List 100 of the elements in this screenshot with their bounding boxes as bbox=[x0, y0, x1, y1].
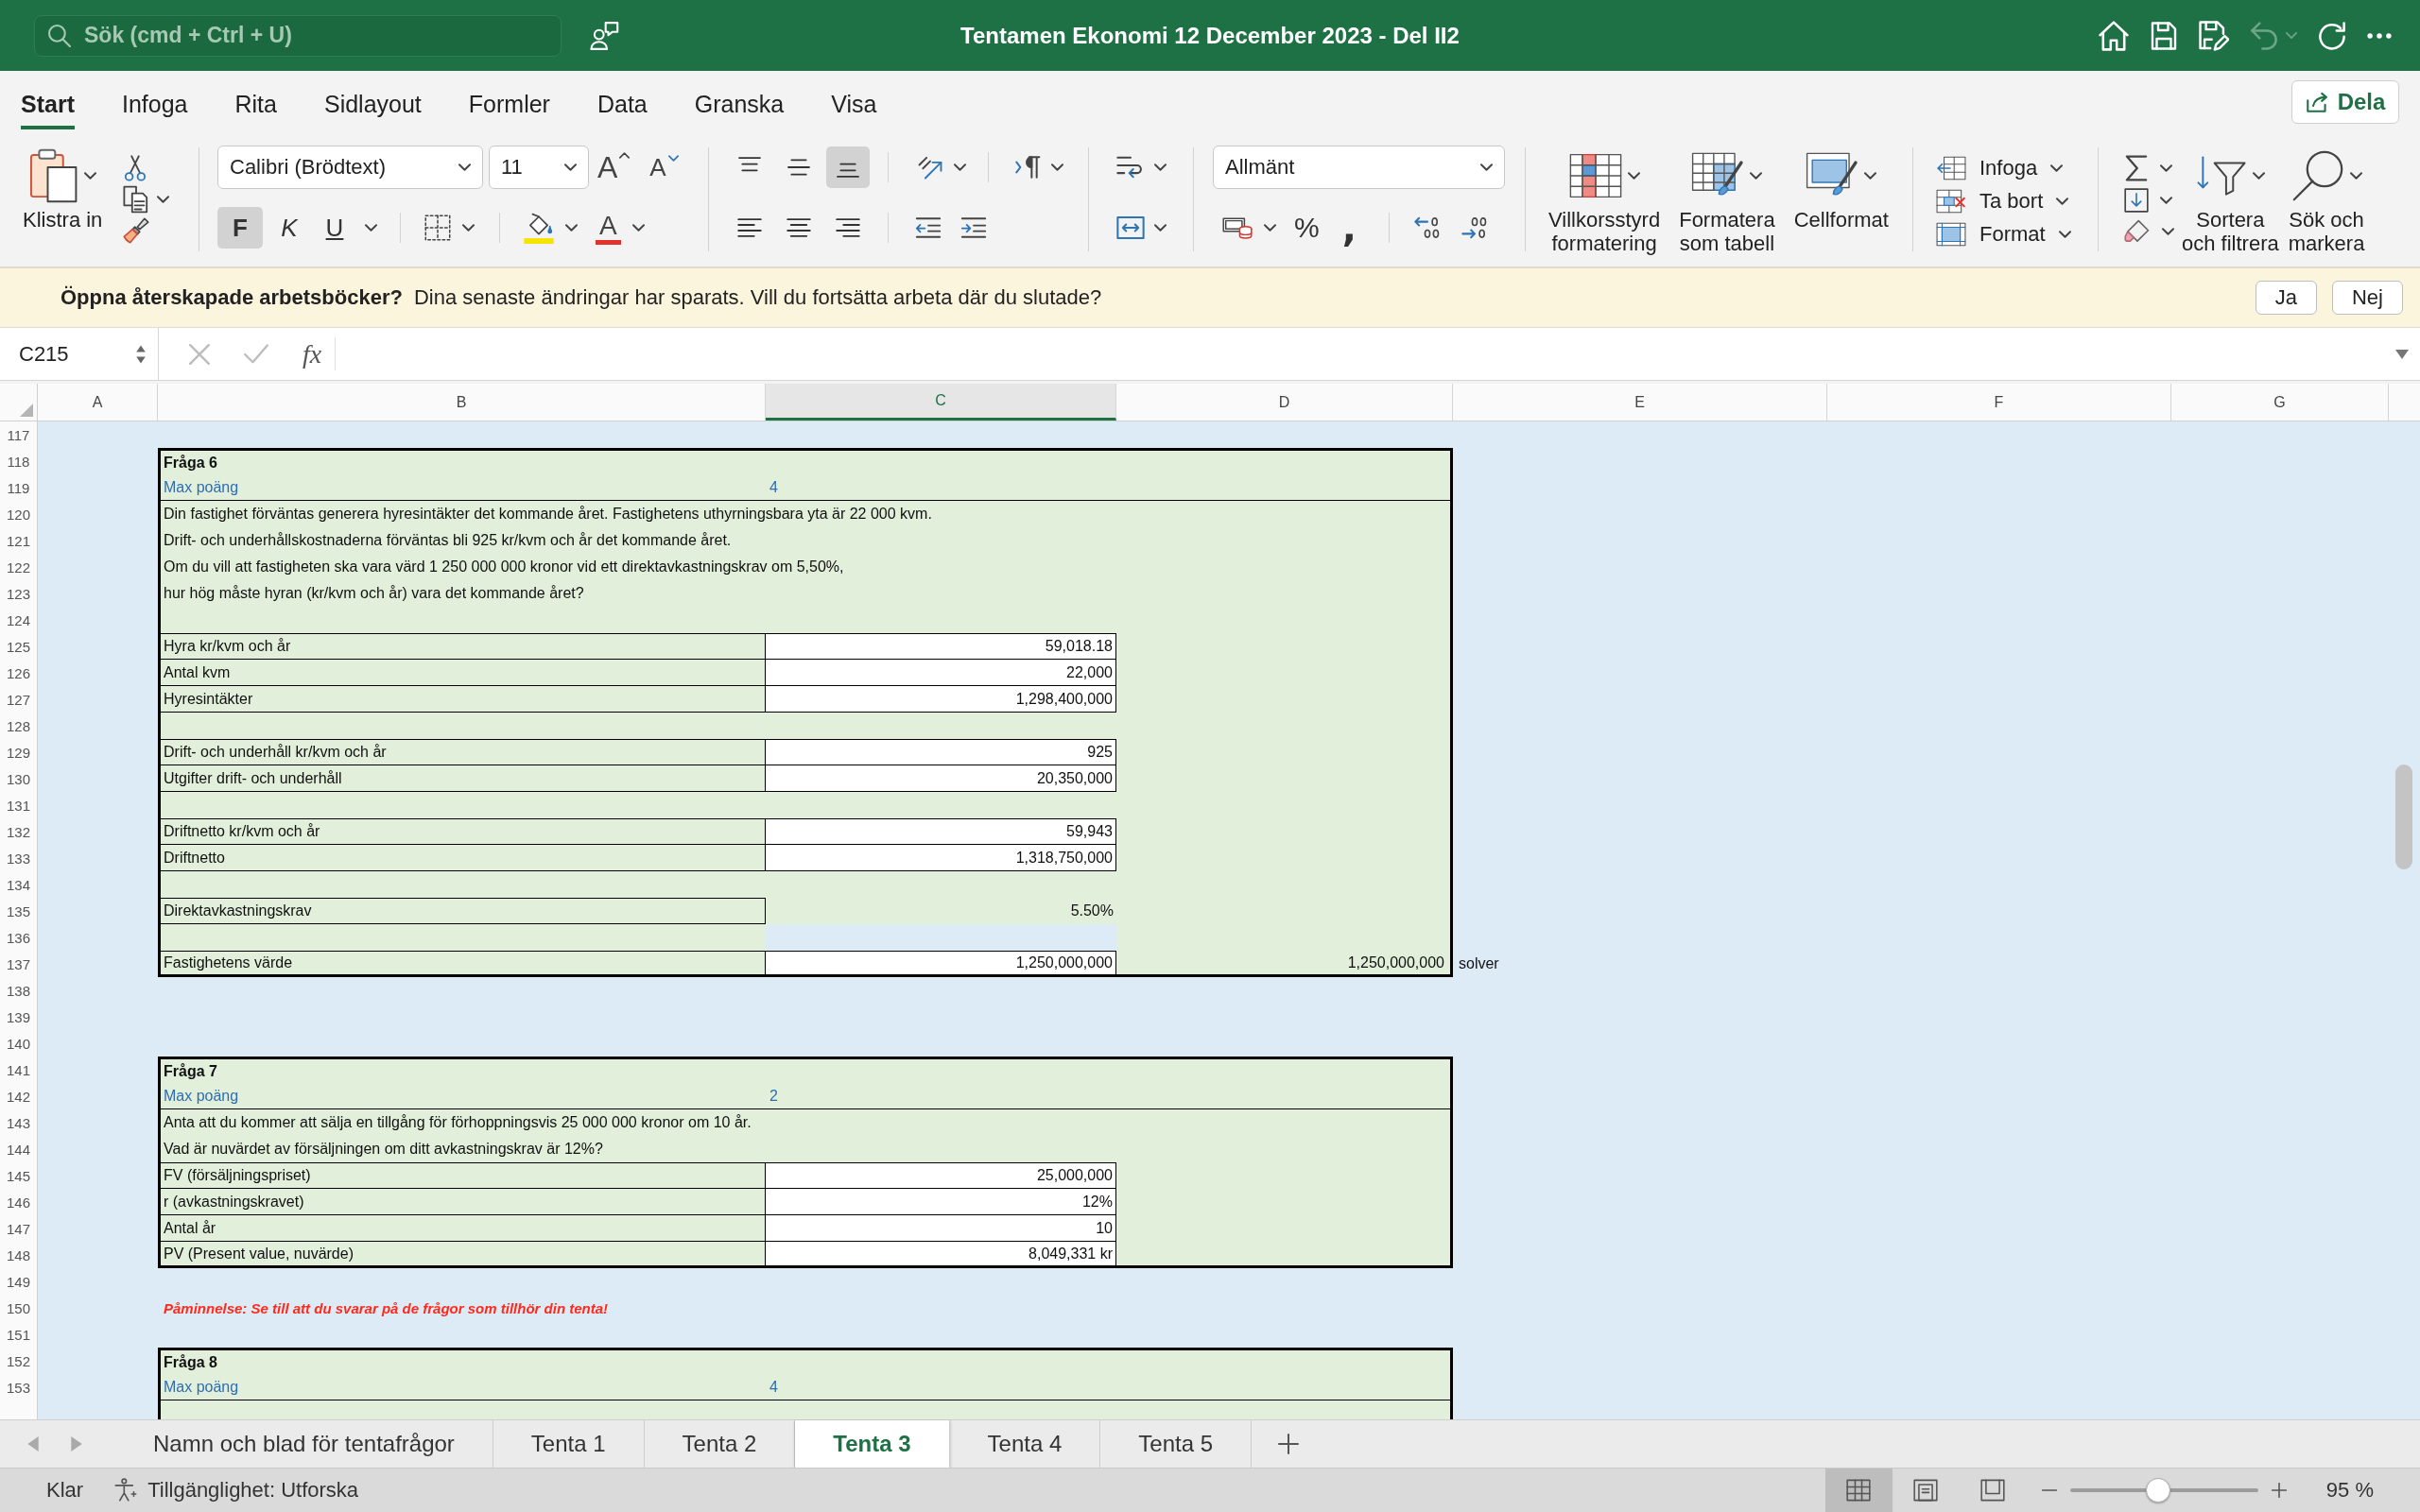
align-center-icon[interactable] bbox=[786, 218, 811, 237]
page-layout-icon[interactable] bbox=[1913, 1479, 1939, 1502]
column-header[interactable]: G bbox=[2171, 384, 2389, 421]
normal-view-icon[interactable] bbox=[1846, 1479, 1872, 1502]
menu-tab[interactable]: Infoga bbox=[121, 90, 188, 129]
shrink-font-button[interactable]: A bbox=[646, 155, 683, 180]
caret-icon[interactable] bbox=[458, 163, 471, 171]
minus-icon[interactable] bbox=[2041, 1488, 2057, 1492]
caret-icon[interactable] bbox=[631, 224, 645, 232]
caret-icon[interactable] bbox=[2160, 197, 2172, 204]
column-header[interactable]: A bbox=[38, 384, 158, 421]
caret-icon[interactable] bbox=[365, 224, 377, 232]
money-icon[interactable] bbox=[1222, 215, 1253, 240]
table-style-button[interactable]: Formatera som tabell bbox=[1675, 144, 1779, 257]
menu-tab[interactable]: Granska bbox=[694, 90, 785, 129]
caret-icon[interactable] bbox=[2160, 164, 2172, 172]
borders-icon[interactable] bbox=[424, 215, 451, 241]
caret-icon[interactable] bbox=[667, 155, 679, 162]
paint-bucket-icon[interactable] bbox=[524, 212, 554, 244]
name-box[interactable]: C215 bbox=[0, 328, 159, 380]
plus-icon[interactable] bbox=[2271, 1483, 2287, 1498]
scissors-icon[interactable] bbox=[123, 155, 148, 181]
home-icon[interactable] bbox=[2099, 20, 2129, 51]
page-break-icon[interactable] bbox=[1980, 1479, 2006, 1502]
function-button[interactable]: fx bbox=[302, 338, 322, 369]
merge-cells-icon[interactable] bbox=[1116, 215, 1145, 240]
underline-button[interactable]: U bbox=[316, 207, 354, 249]
caret-icon[interactable] bbox=[1154, 224, 1167, 232]
paintbrush-icon[interactable] bbox=[123, 217, 150, 244]
comma-button[interactable]: , bbox=[1336, 209, 1362, 247]
caret-icon[interactable] bbox=[2252, 172, 2265, 180]
slider-thumb[interactable] bbox=[2146, 1478, 2171, 1503]
diagonal-arrow-icon[interactable] bbox=[916, 154, 944, 180]
menu-tab[interactable]: Visa bbox=[831, 90, 877, 129]
copy-icon[interactable] bbox=[123, 185, 150, 214]
caret-icon[interactable] bbox=[2395, 349, 2409, 359]
caret-icon[interactable] bbox=[157, 196, 170, 203]
column-header[interactable]: C bbox=[766, 384, 1116, 421]
scrollbar-thumb[interactable] bbox=[2395, 765, 2412, 869]
align-left-icon[interactable] bbox=[737, 218, 762, 237]
caret-icon[interactable] bbox=[462, 224, 475, 232]
caret-icon[interactable] bbox=[565, 224, 578, 232]
caret-icon[interactable] bbox=[2056, 198, 2069, 205]
accessibility-icon[interactable] bbox=[113, 1478, 139, 1503]
menu-tab[interactable]: Rita bbox=[234, 90, 277, 129]
column-header[interactable]: E bbox=[1453, 384, 1827, 421]
sort-filter-icon[interactable] bbox=[2195, 153, 2247, 198]
caret-icon[interactable] bbox=[1154, 163, 1167, 171]
caret-icon[interactable] bbox=[2058, 231, 2071, 239]
decrease-decimal-icon[interactable] bbox=[1412, 215, 1442, 241]
sheet-tab[interactable]: Tenta 3 bbox=[795, 1420, 950, 1468]
check-icon[interactable] bbox=[244, 343, 268, 365]
font-dropdown[interactable]: Calibri (Brödtext) bbox=[217, 146, 483, 189]
italic-button[interactable]: K bbox=[270, 207, 308, 249]
format-cells-icon[interactable] bbox=[1936, 222, 1966, 248]
sort-filter-button[interactable]: Sortera och filtrera bbox=[2180, 144, 2281, 257]
indent-increase-icon[interactable] bbox=[960, 217, 987, 238]
column-header[interactable]: F bbox=[1827, 384, 2171, 421]
caret-icon[interactable] bbox=[1051, 163, 1063, 171]
notice-button[interactable]: Ja bbox=[2255, 281, 2317, 315]
caret-icon[interactable] bbox=[564, 163, 577, 171]
save-icon[interactable] bbox=[2150, 21, 2178, 50]
accessibility-button[interactable]: Tillgänglighet: Utforska bbox=[113, 1478, 359, 1503]
caret-icon[interactable] bbox=[2050, 163, 2064, 172]
caret-up-icon[interactable] bbox=[619, 152, 631, 159]
insert-cells-icon[interactable] bbox=[1936, 155, 1966, 180]
delete-cells-button[interactable]: Ta bort bbox=[1936, 184, 2071, 218]
indent-decrease-icon[interactable] bbox=[915, 217, 942, 238]
caret-icon[interactable] bbox=[1480, 163, 1493, 171]
font-size-dropdown[interactable]: 11 bbox=[489, 146, 589, 189]
menu-tab[interactable]: Sidlayout bbox=[323, 90, 422, 129]
chat-icon[interactable] bbox=[590, 20, 620, 51]
caret-icon[interactable] bbox=[2162, 228, 2174, 235]
cell-style-button[interactable]: Cellformat bbox=[1789, 144, 1893, 257]
caret-icon[interactable] bbox=[1864, 172, 1877, 180]
notice-button[interactable]: Nej bbox=[2332, 281, 2403, 315]
conditional-format-icon[interactable] bbox=[1568, 153, 1622, 198]
caret-icon[interactable] bbox=[83, 172, 96, 180]
pilcrow-icon[interactable] bbox=[1015, 156, 1042, 179]
format-cells-button[interactable]: Format bbox=[1936, 217, 2071, 251]
paste-button[interactable]: Klistra in bbox=[23, 144, 103, 257]
number-format-dropdown[interactable]: Allmänt bbox=[1213, 146, 1505, 189]
share-icon[interactable] bbox=[2305, 92, 2328, 112]
clipboard-icon[interactable] bbox=[28, 147, 78, 204]
caret-icon[interactable] bbox=[954, 163, 966, 171]
plus-icon[interactable] bbox=[1278, 1434, 1300, 1454]
grow-font-button[interactable]: A bbox=[594, 152, 634, 182]
caret-icon[interactable] bbox=[1750, 172, 1763, 180]
insert-cells-button[interactable]: Infoga bbox=[1936, 151, 2071, 185]
caret-icon[interactable] bbox=[1264, 224, 1276, 232]
fill-down-icon[interactable] bbox=[2124, 188, 2149, 213]
refresh-icon[interactable] bbox=[2318, 21, 2346, 50]
increase-decimal-icon[interactable] bbox=[1460, 215, 1489, 241]
normal-view-button[interactable] bbox=[1824, 1469, 1893, 1512]
align-bottom-button[interactable] bbox=[826, 146, 870, 188]
search-field[interactable]: Sök (cmd + Ctrl + U) bbox=[34, 14, 562, 57]
menu-tab[interactable]: Formler bbox=[468, 90, 550, 129]
align-right-icon[interactable] bbox=[836, 218, 860, 237]
search-icon[interactable] bbox=[2290, 149, 2344, 202]
bold-button[interactable]: F bbox=[217, 207, 263, 249]
